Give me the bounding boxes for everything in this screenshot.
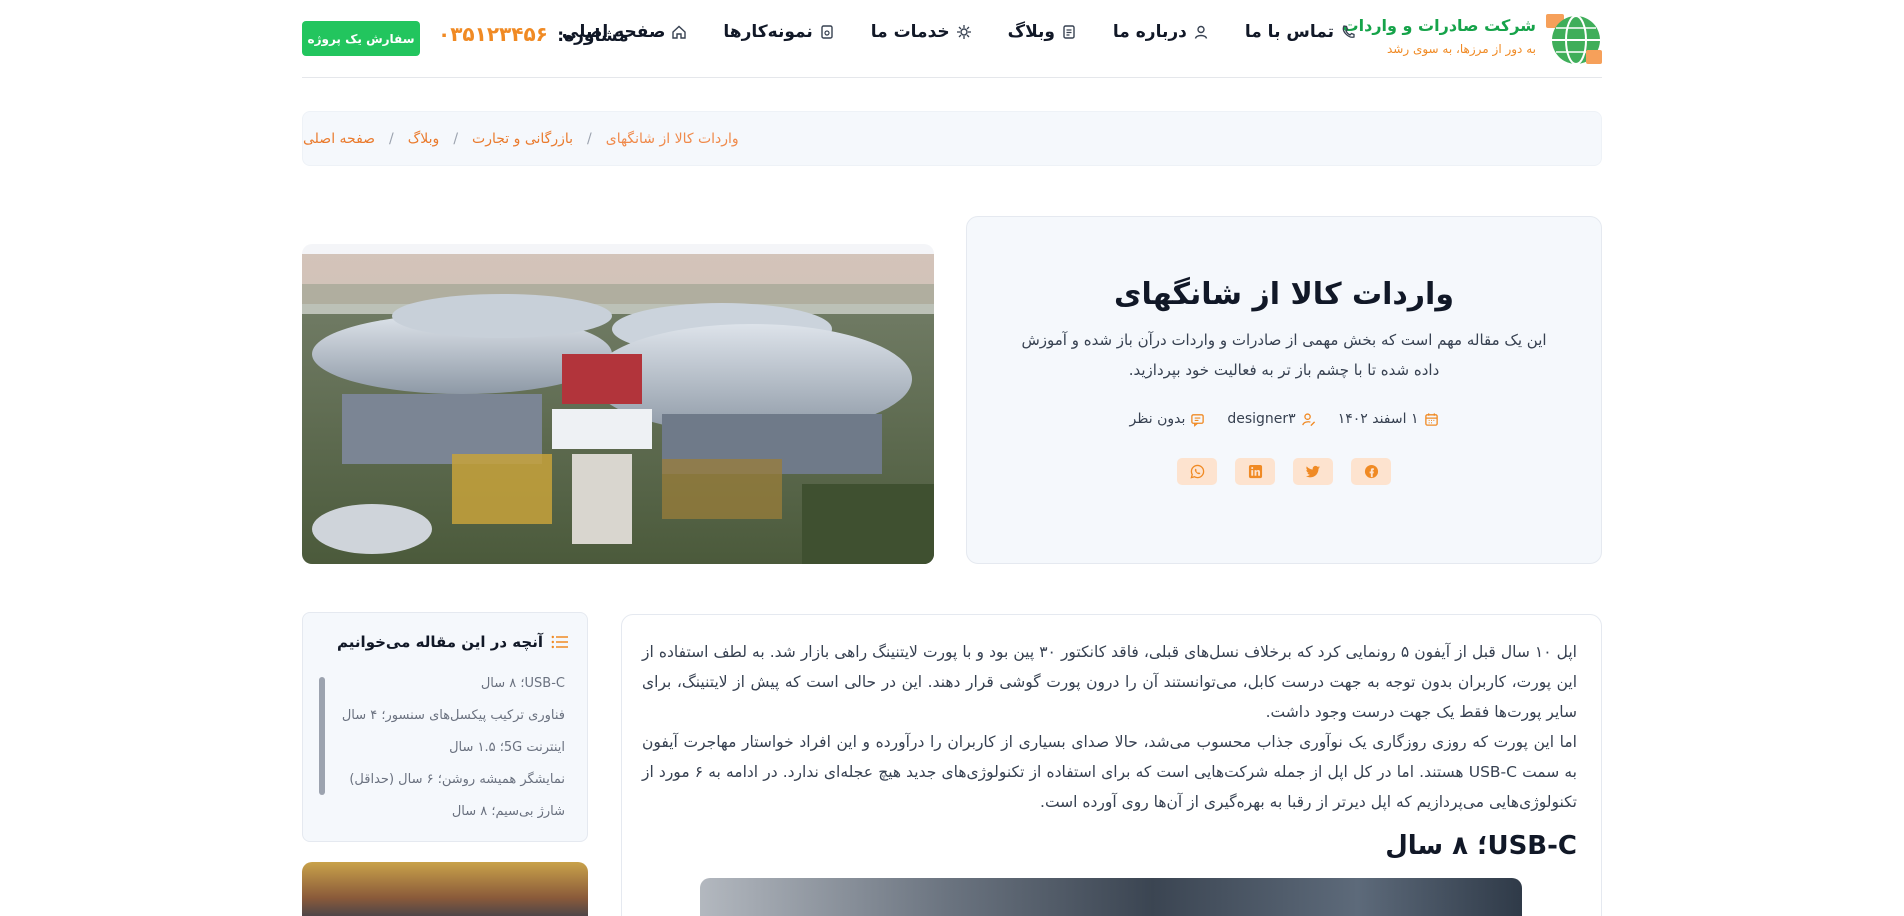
post-author[interactable]: designer۳: [1227, 411, 1315, 427]
article-paragraph: اما این پورت که روزی روزگاری یک نوآوری ج…: [642, 733, 1578, 811]
toc-item[interactable]: اینترنت 5G؛ ۱.۵ سال: [342, 737, 565, 769]
calendar-icon: [1424, 412, 1438, 426]
order-project-button[interactable]: سفارش یک پروژه: [302, 21, 420, 56]
nav-item-about[interactable]: درباره ما: [1113, 22, 1209, 42]
post-meta: ۱ اسفند ۱۴۰۲ designer۳ بدون نظر: [967, 411, 1601, 427]
share-linkedin-button[interactable]: [1235, 458, 1275, 485]
toc-list: USB-C؛ ۸ سال فناوری ترکیب پیکسل‌های سنسو…: [342, 673, 565, 833]
exhibition-center-image: [302, 244, 934, 564]
blog-icon: [1063, 25, 1075, 39]
nav-item-label: وبلاگ: [1007, 22, 1055, 42]
phone-icon: [1342, 25, 1355, 38]
twitter-icon: [1305, 465, 1320, 478]
article-image: [700, 878, 1522, 916]
toc-item[interactable]: USB-C؛ ۸ سال: [342, 673, 565, 705]
site-header: شرکت صادرات و واردات به دور از مرزها، به…: [302, 0, 1602, 78]
breadcrumb-item-home[interactable]: صفحه اصلی: [303, 131, 375, 147]
nav-item-label: نمونه‌کارها: [723, 22, 813, 42]
toc-heading-text: آنچه در این مقاله می‌خوانیم: [337, 633, 543, 651]
consult-phone[interactable]: مشاوره: ۰۳۵۱۲۳۴۵۶: [438, 22, 629, 46]
user-edit-icon: [1301, 412, 1315, 426]
main-nav: صفحه اصلی نمونه‌کارها خدمات ما وبلاگ درب…: [562, 22, 1356, 42]
post-date: ۱ اسفند ۱۴۰۲: [1338, 411, 1439, 427]
post-title: واردات کالا از شانگهای: [1113, 277, 1454, 312]
nav-item-services[interactable]: خدمات ما: [871, 22, 972, 42]
article-section-heading: USB-C؛ ۸ سال: [1385, 831, 1577, 861]
globe-logo-icon: [1546, 14, 1602, 65]
table-of-contents: آنچه در این مقاله می‌خوانیم USB-C؛ ۸ سال…: [302, 612, 588, 842]
facebook-icon: [1364, 464, 1378, 479]
breadcrumb-separator: /: [587, 130, 592, 147]
linkedin-icon: [1248, 464, 1262, 479]
nav-item-blog[interactable]: وبلاگ: [1008, 22, 1077, 42]
breadcrumb-current: واردات کالا از شانگهای: [605, 130, 739, 147]
sidebar-image[interactable]: [302, 862, 588, 916]
share-whatsapp-button[interactable]: [1177, 458, 1217, 485]
breadcrumb-separator: /: [389, 130, 394, 147]
comment-icon: [1191, 413, 1205, 427]
breadcrumb: صفحه اصلی / وبلاگ / بازرگانی و تجارت / و…: [302, 111, 1602, 166]
breadcrumb-item-blog[interactable]: وبلاگ: [408, 131, 440, 147]
nav-item-label: خدمات ما: [870, 22, 950, 42]
nav-item-contact[interactable]: تماس با ما: [1245, 22, 1356, 42]
toc-heading: آنچه در این مقاله می‌خوانیم: [337, 633, 569, 651]
post-date-text: ۱ اسفند ۱۴۰۲: [1337, 411, 1419, 427]
toc-scrollbar[interactable]: [319, 677, 325, 795]
breadcrumb-separator: /: [453, 130, 459, 147]
brand-tagline: به دور از مرزها، به سوی رشد: [1387, 42, 1536, 56]
whatsapp-icon: [1189, 464, 1204, 479]
nav-item-label: تماس با ما: [1244, 22, 1334, 42]
post-description: این یک مقاله مهم است که بخش مهمی از صادر…: [1021, 331, 1547, 379]
consult-label: مشاوره:: [557, 26, 629, 46]
post-comments-text: بدون نظر: [1129, 411, 1186, 427]
post-author-name: designer۳: [1227, 411, 1296, 427]
share-facebook-button[interactable]: [1351, 458, 1391, 485]
nav-item-label: درباره ما: [1112, 22, 1187, 42]
nav-item-portfolio[interactable]: نمونه‌کارها: [723, 22, 834, 42]
list-icon: [551, 635, 568, 649]
home-icon: [672, 25, 687, 39]
article-body: اپل ۱۰ سال قبل از آیفون ۵ رونمایی کرد که…: [621, 614, 1602, 916]
portfolio-icon: [821, 25, 833, 39]
consult-number[interactable]: ۰۳۵۱۲۳۴۵۶: [438, 22, 548, 46]
post-header-card: واردات کالا از شانگهای این یک مقاله مهم …: [966, 216, 1602, 564]
services-icon: [956, 25, 971, 39]
toc-item[interactable]: نمایشگر همیشه روشن؛ ۶ سال (حداقل): [342, 769, 565, 801]
share-buttons: [967, 458, 1601, 485]
share-twitter-button[interactable]: [1293, 458, 1333, 485]
site-logo[interactable]: شرکت صادرات و واردات به دور از مرزها، به…: [1343, 12, 1602, 66]
toc-item[interactable]: شارژ بی‌سیم؛ ۸ سال: [342, 801, 565, 833]
brand-title: شرکت صادرات و واردات: [1342, 16, 1536, 35]
about-icon: [1194, 25, 1208, 39]
post-comments[interactable]: بدون نظر: [1130, 411, 1206, 427]
breadcrumb-item-category[interactable]: بازرگانی و تجارت: [472, 131, 573, 147]
toc-item[interactable]: فناوری ترکیب پیکسل‌های سنسور؛ ۴ سال: [342, 705, 565, 737]
post-featured-image: [302, 244, 934, 564]
article-paragraph: اپل ۱۰ سال قبل از آیفون ۵ رونمایی کرد که…: [642, 643, 1577, 721]
